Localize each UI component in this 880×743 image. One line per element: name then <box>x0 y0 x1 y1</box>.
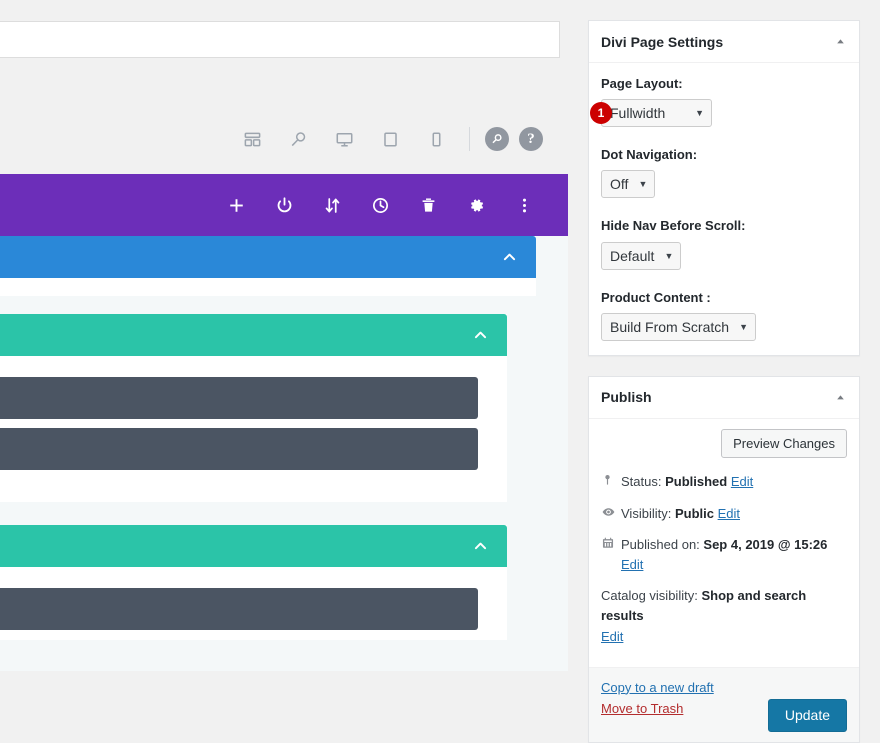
publish-panel-footer: Copy to a new draft Move to Trash Update <box>589 666 859 742</box>
visibility-value: Public <box>674 505 714 521</box>
published-on-value: Sep 4, 2019 @ 15:26 <box>703 537 828 553</box>
hide-nav-label: Hide Nav Before Scroll: <box>601 218 746 234</box>
post-status-text: Status: Published Edit <box>621 472 753 492</box>
divi-view-toolbar: ? <box>0 118 568 160</box>
page-layout-select-wrap: 1 Fullwidth ▼ <box>590 99 712 128</box>
tablet-view-icon[interactable] <box>373 122 407 156</box>
calendar-icon <box>601 535 621 550</box>
preview-changes-button[interactable]: Preview Changes <box>721 428 847 459</box>
dot-navigation-value: Off <box>610 176 629 193</box>
divi-page-settings-body: Page Layout: 1 Fullwidth ▼ Dot Navigatio… <box>589 63 859 355</box>
panel-title: Publish <box>601 389 652 406</box>
section-teal-1[interactable] <box>0 314 507 502</box>
product-content-label: Product Content : <box>601 289 711 305</box>
sidebar-column: Divi Page Settings Page Layout: 1 Fullwi… <box>588 0 880 743</box>
section-teal-1-header[interactable] <box>0 314 507 356</box>
search-circle-icon[interactable] <box>485 127 509 151</box>
section-blue[interactable] <box>0 236 536 296</box>
published-on-label: Published on: <box>621 537 700 553</box>
zoom-out-view-icon[interactable] <box>281 122 315 156</box>
add-section-icon[interactable] <box>212 181 260 229</box>
trash-icon[interactable] <box>404 181 452 229</box>
divi-builder-action-bar <box>0 174 568 236</box>
published-on-row: Published on: Sep 4, 2019 @ 15:26 Edit <box>601 535 847 574</box>
divi-page-settings-panel: Divi Page Settings Page Layout: 1 Fullwi… <box>588 20 860 356</box>
canvas-gap <box>0 502 568 525</box>
post-title-input[interactable] <box>0 21 560 58</box>
eye-icon <box>601 504 621 519</box>
phone-view-icon[interactable] <box>419 122 453 156</box>
settings-gear-icon[interactable] <box>452 181 500 229</box>
hide-nav-value: Default <box>610 247 655 264</box>
canvas-gap <box>0 296 568 314</box>
pin-icon <box>601 472 621 487</box>
publish-footer-links: Copy to a new draft Move to Trash <box>601 678 714 716</box>
chevron-up-icon[interactable] <box>501 249 518 266</box>
page-layout-value: Fullwidth <box>610 105 666 122</box>
power-toggle-icon[interactable] <box>260 181 308 229</box>
section-blue-body <box>0 278 536 296</box>
module-block[interactable] <box>0 588 478 630</box>
section-teal-2[interactable] <box>0 525 507 640</box>
chevron-up-icon[interactable] <box>472 538 489 555</box>
published-on-edit-link[interactable]: Edit <box>621 557 643 572</box>
product-content-value: Build From Scratch <box>610 318 730 335</box>
status-label: Status: <box>621 474 662 490</box>
wordpress-divi-editor-screen: ? Divi Page Settings Page Layout: 1 Full… <box>0 0 880 743</box>
status-value: Published <box>665 474 728 490</box>
page-layout-label: Page Layout: <box>601 76 683 91</box>
publish-panel: Publish Preview Changes Status: Publishe… <box>588 375 860 743</box>
catalog-visibility-label: Catalog visibility: <box>601 588 698 604</box>
module-block[interactable] <box>0 428 478 470</box>
help-circle-icon[interactable]: ? <box>519 127 543 151</box>
publish-panel-header[interactable]: Publish <box>589 377 859 419</box>
module-block[interactable] <box>0 377 478 419</box>
section-teal-1-body <box>0 356 507 502</box>
editor-column: ? <box>0 0 568 671</box>
published-on-text: Published on: Sep 4, 2019 @ 15:26 Edit <box>621 535 847 574</box>
publish-panel-body: Preview Changes Status: Published Edit V… <box>589 419 859 667</box>
panel-title: Divi Page Settings <box>601 33 724 50</box>
toolbar-divider <box>469 127 470 151</box>
dot-navigation-select[interactable]: Off ▼ <box>601 170 656 199</box>
step-badge-1: 1 <box>590 102 612 125</box>
visibility-label: Visibility: <box>621 505 672 521</box>
section-blue-header[interactable] <box>0 236 536 278</box>
wireframe-view-icon[interactable] <box>235 122 269 156</box>
post-status-row: Status: Published Edit <box>601 472 847 492</box>
catalog-visibility-edit-link[interactable]: Edit <box>601 629 623 644</box>
move-to-trash-link[interactable]: Move to Trash <box>601 701 714 716</box>
chevron-up-icon[interactable] <box>472 327 489 344</box>
desktop-view-icon[interactable] <box>327 122 361 156</box>
visibility-edit-link[interactable]: Edit <box>718 506 740 521</box>
section-teal-2-body <box>0 567 507 640</box>
update-button[interactable]: Update <box>767 698 847 732</box>
section-teal-2-header[interactable] <box>0 525 507 567</box>
dot-navigation-label: Dot Navigation: <box>601 147 698 163</box>
chevron-down-icon: ▼ <box>638 179 648 190</box>
catalog-visibility-row: Catalog visibility: Shop and search resu… <box>601 586 847 646</box>
preview-changes-row: Preview Changes <box>601 428 847 459</box>
chevron-down-icon: ▼ <box>664 250 674 261</box>
product-content-select[interactable]: Build From Scratch ▼ <box>601 312 757 341</box>
sort-arrows-icon[interactable] <box>308 181 356 229</box>
post-visibility-row: Visibility: Public Edit <box>601 504 847 524</box>
copy-to-new-draft-link[interactable]: Copy to a new draft <box>601 680 714 695</box>
divi-builder-canvas <box>0 236 568 671</box>
post-visibility-text: Visibility: Public Edit <box>621 504 740 524</box>
hide-nav-select[interactable]: Default ▼ <box>601 241 682 270</box>
chevron-down-icon: ▼ <box>695 108 704 119</box>
more-options-icon[interactable] <box>500 181 548 229</box>
history-clock-icon[interactable] <box>356 181 404 229</box>
chevron-up-icon[interactable] <box>831 388 849 406</box>
status-edit-link[interactable]: Edit <box>731 474 753 489</box>
chevron-up-icon[interactable] <box>831 33 849 51</box>
divi-page-settings-header[interactable]: Divi Page Settings <box>589 21 859 63</box>
chevron-down-icon: ▼ <box>739 321 749 332</box>
page-layout-select[interactable]: Fullwidth ▼ <box>601 99 712 128</box>
